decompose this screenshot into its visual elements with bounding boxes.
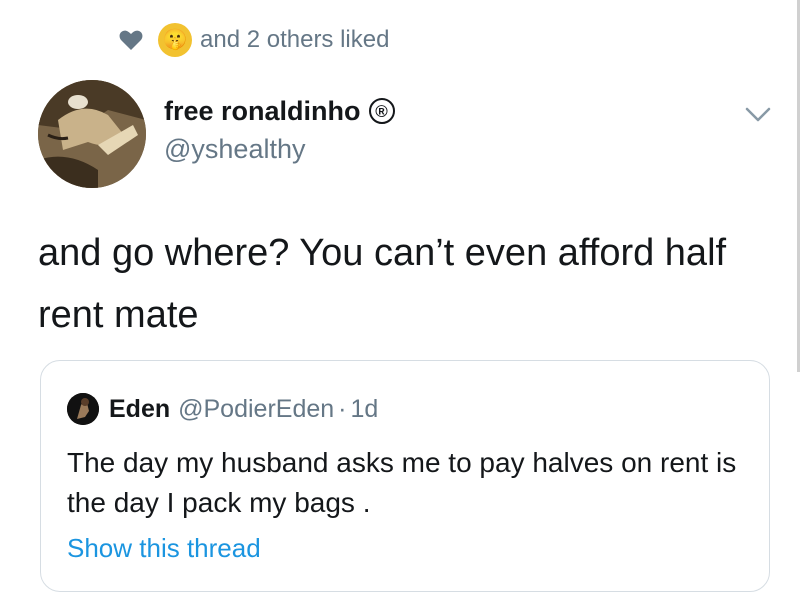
- liker-avatar[interactable]: 🤫: [158, 23, 192, 57]
- quoted-author-name[interactable]: Eden: [109, 395, 170, 424]
- quoted-author-avatar[interactable]: [67, 393, 99, 425]
- quoted-author-handle[interactable]: @PodierEden: [178, 395, 334, 424]
- liked-text: and 2 others liked: [200, 26, 390, 53]
- quoted-tweet-text: The day my husband asks me to pay halves…: [67, 447, 737, 518]
- author-name[interactable]: free ronaldinho: [164, 96, 361, 127]
- author-avatar[interactable]: [38, 80, 146, 188]
- chevron-down-icon[interactable]: [744, 106, 772, 124]
- heart-icon: [118, 28, 144, 52]
- quoted-timestamp[interactable]: 1d: [350, 395, 378, 424]
- quoted-tweet-header: Eden @PodierEden · 1d: [67, 393, 378, 425]
- author-handle[interactable]: @yshealthy: [164, 134, 395, 165]
- tweet-text: and go where? You can’t even afford half…: [38, 232, 727, 336]
- social-context: 🤫 and 2 others liked: [118, 22, 389, 58]
- registered-icon: ®: [368, 98, 395, 124]
- tweet-author: free ronaldinho ® @yshealthy: [164, 92, 395, 165]
- quoted-tweet[interactable]: Eden @PodierEden · 1d The day my husband…: [40, 360, 770, 592]
- show-thread-link[interactable]: Show this thread: [67, 533, 261, 564]
- quoted-separator: ·: [338, 394, 347, 423]
